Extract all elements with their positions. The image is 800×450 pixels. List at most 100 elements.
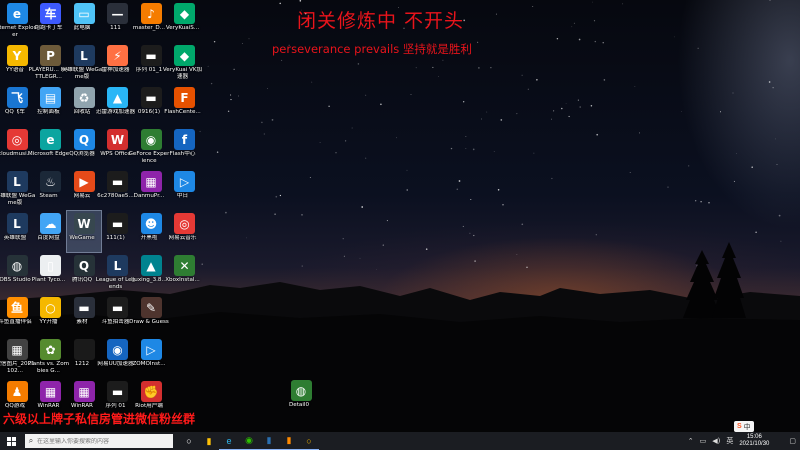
desktop-icon-leishen[interactable]: ⚡ 雷神加速器: [101, 43, 135, 84]
desktop-icon-zomo[interactable]: ▷ ZOMOInst...: [132, 337, 168, 378]
flash-icon: f: [174, 129, 195, 150]
taskbar-search-box[interactable]: ⌕: [25, 434, 173, 448]
desktop-icon-blank-file[interactable]: 1212: [67, 337, 101, 378]
desktop-icon-draw-guess[interactable]: ✎ Draw & Guess: [129, 295, 169, 336]
desktop-icon-pvz[interactable]: ✿ Plants vs. Zombies G...: [28, 337, 69, 378]
steam-icon: ♨: [40, 171, 61, 192]
desktop-icon-control-panel[interactable]: ▤ 控制面板: [34, 85, 68, 126]
desktop-icon-xbox[interactable]: ✕ XboxInstal...: [165, 253, 202, 294]
desktop-icon-lol[interactable]: L League of Legends: [96, 253, 135, 294]
desktop-icon-ie[interactable]: eInternet Explorer: [0, 1, 36, 42]
desktop-icon-cloudmusic[interactable]: ◎ 网易云音乐: [168, 211, 202, 252]
desktop-icon-label: Flash中心: [169, 151, 196, 157]
desktop-icon-baidu-netdisk[interactable]: ☁ 百度网盘: [34, 211, 68, 252]
video-icon: ▬: [107, 213, 128, 234]
desktop-icon-label: VeryKuai VK加速器: [162, 67, 203, 80]
desktop-icon-recycle-bin[interactable]: ♻ 回收站: [67, 85, 101, 126]
desktop-icon-lol[interactable]: L 英雄联盟: [0, 211, 34, 252]
taskbar-file-explorer-button[interactable]: ▮: [199, 432, 219, 450]
notification-icon[interactable]: ▢: [789, 437, 796, 445]
taskbar-sogou-app-button[interactable]: ▮: [279, 432, 299, 450]
taskbar-task-view-button[interactable]: ○: [179, 432, 199, 450]
network-icon[interactable]: ▭: [700, 437, 707, 445]
desktop-icon-uu[interactable]: ◉ 网易UU加速器: [97, 337, 135, 378]
search-icon: ⌕: [28, 436, 34, 445]
taskbar-wechat-button[interactable]: ◉: [239, 432, 259, 450]
desktop-icon-edge[interactable]: e Microsoft Edge: [28, 127, 69, 168]
desktop-icon-verykuai-vk[interactable]: ◆ VeryKuai VK加速器: [163, 43, 202, 84]
taskbar-cortana-button[interactable]: ▮: [259, 432, 279, 450]
video-icon: ▬: [107, 171, 128, 192]
liuxing-icon: ▲: [140, 255, 162, 276]
sogou-app-icon: ▮: [286, 435, 292, 445]
kaiheila-icon: ☻: [140, 213, 162, 234]
desktop-icon-master[interactable]: ♪ master_D...: [133, 1, 168, 42]
desktop-icon-video[interactable]: ▬ 111(1): [101, 211, 135, 252]
qqbrowser-icon: Q: [73, 129, 95, 150]
desktop-icon-wegame[interactable]: W WeGame: [66, 210, 102, 253]
desktop-icon-liuxing[interactable]: ▲ liuxing_3.8...: [131, 253, 168, 294]
netease-icon: ▶: [73, 171, 95, 192]
wegame-icon: W: [73, 213, 95, 234]
desktop-icon-obs[interactable]: ◍ OBS Studio: [0, 253, 34, 294]
desktop-icon-folder[interactable]: —111: [101, 1, 135, 42]
desktop-icon-winrar[interactable]: ▦ DanmuPr...: [134, 169, 168, 210]
verykuai-icon: ◆: [174, 3, 195, 24]
desktop-icon-lol[interactable]: L英雄联盟 WeGame版: [62, 43, 102, 84]
video-icon: ▬: [140, 45, 162, 66]
edge-icon: e: [40, 129, 61, 150]
desktop-icon-label: Riot用户端: [135, 403, 163, 409]
desktop-icon-folder[interactable]: ▬ 素材: [67, 295, 101, 336]
desktop-icon-label: FlashCente...: [164, 109, 201, 115]
desktop-icon-douyu[interactable]: 鱼斗鱼直播伴侣: [0, 295, 34, 336]
input-language-indicator[interactable]: 英: [726, 436, 733, 446]
taskbar-clock[interactable]: 15:06 2021/10/30: [739, 434, 769, 448]
geforce-icon: ◉: [140, 129, 162, 150]
desktop-icon-globe[interactable]: ◍ Detail0: [284, 378, 318, 419]
desktop-icon-geforce[interactable]: ◉ GeForce Experience: [129, 127, 169, 168]
desktop-icon-video[interactable]: ▬ 6c2780ae5...: [97, 169, 135, 210]
ime-toolbar[interactable]: S 中: [734, 421, 754, 432]
start-button[interactable]: [0, 432, 22, 450]
wechat-icon: ◉: [245, 435, 253, 445]
yy-live-icon: ○: [40, 297, 61, 318]
desktop-icon-cloudmusic[interactable]: ◎ cloudmusi...: [0, 127, 34, 168]
desktop-icon-qqbrowser[interactable]: Q QQ浏览器: [67, 127, 101, 168]
zhongri-icon: ▷: [174, 171, 195, 192]
taskbar-search-input[interactable]: [37, 437, 167, 445]
desktop-icon-netease[interactable]: ▶ 网易云: [67, 169, 101, 210]
desktop-icon-video[interactable]: ▬ 0916(1): [134, 85, 168, 126]
tray-overflow-icon[interactable]: ⌃: [688, 437, 694, 445]
qqspeed-icon: 飞: [6, 87, 28, 108]
desktop-icon-document[interactable]: ▯ Plant Tyco...: [32, 253, 68, 294]
blank-file-icon: [73, 339, 95, 360]
draw-guess-icon: ✎: [140, 297, 162, 318]
desktop-icon-flash[interactable]: f Flash中心: [168, 127, 202, 168]
image-icon: ▦: [6, 339, 28, 360]
desktop-icon-steam[interactable]: ♨ Steam: [34, 169, 68, 210]
volume-icon[interactable]: ◀): [712, 437, 720, 445]
baidu-netdisk-icon: ☁: [40, 213, 61, 234]
obs-icon: ◍: [6, 255, 28, 276]
taskbar: ⌕ ○ ▮ e ◉ ▮ ▮ ○ ⌃ ▭ ◀) 英 15:06 2021/10/30 ▢: [0, 432, 800, 450]
desktop-icon-zhongri[interactable]: ▷ 中日: [168, 169, 202, 210]
taskbar-yy-live-button[interactable]: ○: [299, 432, 319, 450]
desktop-icon-yy-live[interactable]: ○ YY开播: [34, 295, 68, 336]
desktop-icon-video[interactable]: ▬ 斗鱼拍击器: [101, 295, 135, 336]
video-icon: ▬: [107, 381, 128, 402]
pubg-icon: P: [40, 45, 61, 66]
desktop-icon-qqspeed[interactable]: 飞 QQ飞车: [0, 85, 34, 126]
taskbar-edge-button[interactable]: e: [219, 432, 239, 450]
desktop-icon-this-pc[interactable]: ▭ 此电脑: [67, 1, 101, 42]
lol-icon: L: [6, 171, 28, 192]
lol-icon: L: [73, 45, 95, 66]
desktop-icon-kart[interactable]: 车跑跑卡丁车: [34, 1, 68, 42]
desktop-icon-lol[interactable]: L英雄联盟 WeGame版: [0, 169, 35, 210]
winrar-icon: ▦: [140, 171, 162, 192]
desktop-icon-kaiheila[interactable]: ☻ 开黑啦: [134, 211, 168, 252]
desktop-icon-flash-center[interactable]: F FlashCente...: [164, 85, 202, 126]
ie-icon: e: [6, 3, 28, 24]
desktop-icon-verykuai[interactable]: ◆ VeryKuaiS...: [166, 1, 202, 42]
desktop-icon-xunlei[interactable]: ▲ 迅雷游戏加速器: [96, 85, 135, 126]
winrar-icon: ▦: [40, 381, 61, 402]
